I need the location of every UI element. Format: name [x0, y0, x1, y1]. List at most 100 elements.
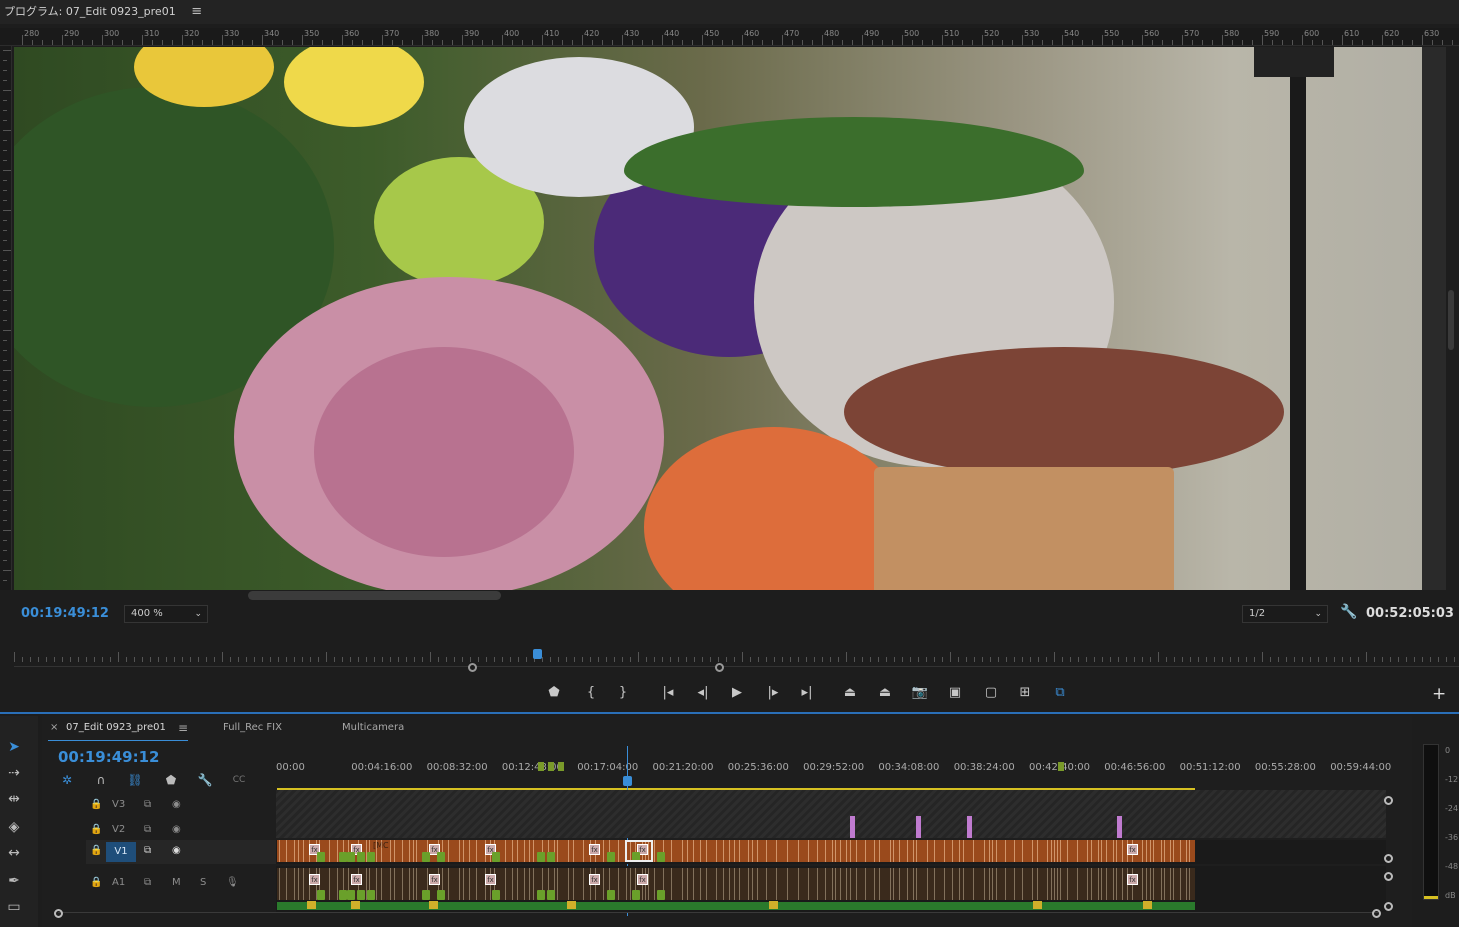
zoom-bar-left-handle[interactable]: [468, 663, 477, 672]
step-back-button[interactable]: ◂|: [692, 682, 714, 704]
export-frame-button[interactable]: 📷: [909, 682, 931, 704]
track-height-handle[interactable]: [1384, 796, 1393, 805]
meter-scale-label: 0: [1445, 746, 1451, 755]
mute-button[interactable]: M: [172, 877, 181, 888]
safe-margins-button[interactable]: ▢: [980, 682, 1002, 704]
snap-magnet-icon[interactable]: ∩: [92, 772, 110, 788]
sync-lock-icon[interactable]: ⧉: [144, 799, 151, 810]
track-select-tool-icon[interactable]: ⇢: [3, 762, 25, 784]
zoom-bar-right-handle[interactable]: [715, 663, 724, 672]
lock-icon[interactable]: 🔒: [90, 877, 102, 888]
rectangle-tool-icon[interactable]: ▭: [3, 896, 25, 918]
a2-clip-strip[interactable]: [277, 901, 1195, 910]
tab-menu-icon[interactable]: ≡: [178, 721, 188, 735]
sequence-marker[interactable]: [1058, 762, 1064, 771]
tab-full-rec-fix[interactable]: Full_Rec FIX: [223, 722, 282, 733]
track-height-handle[interactable]: [1384, 854, 1393, 863]
vr-video-button[interactable]: ⧉: [1049, 682, 1071, 704]
eye-icon[interactable]: ◉: [172, 824, 181, 835]
go-to-out-button[interactable]: ▸|: [796, 682, 818, 704]
solo-button[interactable]: S: [200, 877, 206, 888]
voice-over-mic-icon[interactable]: 🎙: [226, 877, 239, 888]
timeline-ruler-label: 00:38:24:00: [953, 762, 1015, 773]
mark-in-button[interactable]: {: [580, 682, 602, 704]
sync-lock-icon[interactable]: ⧉: [144, 845, 151, 856]
ruler-label: 280: [24, 29, 40, 38]
sequence-marker[interactable]: [548, 762, 554, 771]
go-to-in-button[interactable]: |◂: [657, 682, 679, 704]
monitor-playhead[interactable]: [533, 649, 542, 659]
track-label-v3[interactable]: V3: [112, 799, 125, 810]
button-editor-plus-icon[interactable]: +: [1432, 684, 1446, 704]
track-label-a1[interactable]: A1: [112, 877, 125, 888]
v2-clip[interactable]: [850, 816, 855, 838]
eye-icon[interactable]: ◉: [172, 845, 181, 856]
track-label-v2[interactable]: V2: [112, 824, 125, 835]
ruler-label: 500: [904, 29, 920, 38]
v2-clip[interactable]: [1117, 816, 1122, 838]
panel-menu-icon[interactable]: ≡: [191, 0, 202, 24]
timeline-horizontal-scrollbar[interactable]: [58, 912, 1378, 916]
lock-icon[interactable]: 🔒: [90, 845, 102, 856]
track-height-handle[interactable]: [1384, 872, 1393, 881]
monitor-time-ruler[interactable]: [14, 648, 1459, 662]
zoom-level-dropdown[interactable]: 400 % ⌄: [124, 605, 208, 623]
pen-tool-icon[interactable]: ✒: [3, 870, 25, 892]
razor-tool-icon[interactable]: ◈: [3, 816, 25, 838]
timeline-playhead[interactable]: [623, 776, 632, 786]
monitor-horizontal-scrollbar[interactable]: [248, 591, 501, 600]
captions-icon[interactable]: CC: [230, 772, 248, 788]
eye-icon[interactable]: ◉: [172, 799, 181, 810]
v2-clip[interactable]: [967, 816, 972, 838]
ripple-edit-tool-icon[interactable]: ⇹: [3, 788, 25, 810]
ruler-label: 600: [1304, 29, 1320, 38]
comparison-view-button[interactable]: ▣: [944, 682, 966, 704]
panel-divider[interactable]: [0, 712, 1459, 714]
ruler-label: 440: [664, 29, 680, 38]
selection-tool-icon[interactable]: ➤: [3, 736, 25, 758]
play-button[interactable]: ▶: [726, 682, 748, 704]
timeline-scroll-left-handle[interactable]: [54, 909, 63, 918]
lane-v3-v2[interactable]: [276, 790, 1386, 838]
ruler-label: 360: [344, 29, 360, 38]
sequence-marker[interactable]: [558, 762, 564, 771]
playhead-timecode[interactable]: 00:19:49:12: [21, 606, 109, 621]
extract-button[interactable]: ⏏: [874, 682, 896, 704]
sequence-marker[interactable]: [538, 762, 544, 771]
linked-selection-icon[interactable]: ⛓: [126, 772, 144, 788]
program-monitor-title: プログラム: 07_Edit 0923_pre01: [4, 5, 176, 18]
track-label-v1[interactable]: V1: [106, 842, 136, 862]
tab-07-edit[interactable]: 07_Edit 0923_pre01: [66, 722, 166, 733]
lock-icon[interactable]: 🔒: [90, 799, 102, 810]
lift-button[interactable]: ⏏: [839, 682, 861, 704]
v1-clip-strip[interactable]: [MC fxfxfxfxfxfxfx: [277, 840, 1195, 862]
track-height-handle[interactable]: [1384, 902, 1393, 911]
meter-scale-label: dB: [1445, 891, 1456, 900]
v2-clip[interactable]: [916, 816, 921, 838]
timeline-settings-wrench-icon[interactable]: 🔧: [196, 772, 214, 788]
monitor-zoom-bar[interactable]: [14, 666, 1459, 670]
vr-icon: ⧉: [1055, 685, 1065, 700]
tab-close-icon[interactable]: ×: [50, 722, 58, 733]
playback-resolution-dropdown[interactable]: 1/2 ⌄: [1242, 605, 1328, 623]
wrench-icon[interactable]: 🔧: [1340, 604, 1357, 620]
a1-clip-strip[interactable]: fx fx fx fx fx fx fx: [277, 868, 1195, 900]
nest-sequence-icon[interactable]: ✲: [58, 772, 76, 788]
lock-icon[interactable]: 🔒: [90, 824, 102, 835]
sync-lock-icon[interactable]: ⧉: [144, 824, 151, 835]
multicam-button[interactable]: ⊞: [1014, 682, 1036, 704]
step-forward-button[interactable]: |▸: [762, 682, 784, 704]
marker-button[interactable]: ⬟: [543, 682, 565, 704]
lift-icon: ⏏: [843, 685, 857, 700]
slip-tool-icon[interactable]: ↔: [3, 842, 25, 864]
timeline-scroll-right-handle[interactable]: [1372, 909, 1381, 918]
tab-multicamera[interactable]: Multicamera: [342, 722, 404, 733]
mark-out-button[interactable]: }: [612, 682, 634, 704]
sync-lock-icon[interactable]: ⧉: [144, 877, 151, 888]
add-marker-icon[interactable]: ⬟: [162, 772, 180, 788]
timeline-timecode[interactable]: 00:19:49:12: [58, 748, 160, 766]
fx-badge: fx: [485, 874, 496, 885]
selected-clip[interactable]: [625, 840, 653, 862]
timeline-ruler-label: 00:29:52:00: [803, 762, 865, 773]
monitor-vertical-scrollbar[interactable]: [1448, 290, 1454, 350]
